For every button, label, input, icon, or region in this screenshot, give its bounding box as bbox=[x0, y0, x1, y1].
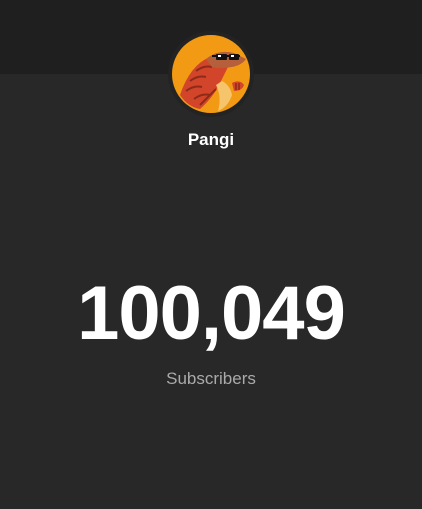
channel-avatar[interactable] bbox=[168, 31, 254, 117]
subscriber-label: Subscribers bbox=[166, 369, 256, 388]
subscriber-count: 100,049 bbox=[77, 271, 346, 356]
pangolin-avatar-icon bbox=[172, 35, 250, 113]
channel-name[interactable]: Pangi bbox=[0, 130, 422, 150]
